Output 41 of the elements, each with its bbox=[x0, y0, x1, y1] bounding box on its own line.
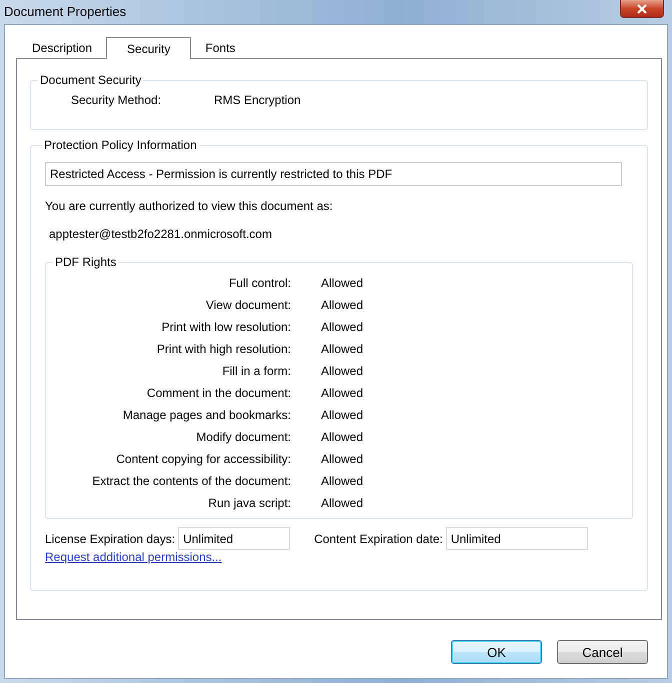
right-value: Allowed bbox=[321, 473, 364, 489]
field-value: RMS Encryption bbox=[214, 93, 301, 107]
right-value: Allowed bbox=[321, 451, 364, 467]
right-label: Print with low resolution: bbox=[160, 319, 291, 335]
status-field: Restricted Access - Permission is currently restricted to this PDF bbox=[45, 162, 622, 186]
right-label: View document: bbox=[204, 297, 291, 313]
right-label: Modify document: bbox=[195, 429, 291, 445]
right-value: Allowed bbox=[321, 297, 364, 313]
right-label: Comment in the document: bbox=[146, 385, 291, 401]
right-value: Allowed bbox=[321, 319, 364, 335]
right-value: Allowed bbox=[321, 363, 364, 379]
field-label: Content Expiration date: bbox=[314, 532, 443, 546]
right-value: Allowed bbox=[321, 407, 364, 423]
right-value: Allowed bbox=[321, 275, 364, 291]
right-label: Fill in a form: bbox=[221, 363, 291, 379]
right-label: Run java script: bbox=[207, 495, 291, 511]
close-button[interactable] bbox=[620, 0, 664, 18]
info-text: You are currently authorized to view this document as: bbox=[45, 199, 334, 213]
permissions-link[interactable]: Request additional permissions... bbox=[45, 550, 222, 564]
right-label: Extract the contents of the document: bbox=[91, 473, 291, 489]
close-icon bbox=[636, 4, 648, 14]
right-label: Content copying for accessibility: bbox=[115, 451, 291, 467]
field-label: License Expiration days: bbox=[45, 532, 176, 546]
right-value: Allowed bbox=[321, 429, 364, 445]
cancel-button[interactable]: Cancel bbox=[557, 640, 648, 664]
group-title: Document Security bbox=[39, 73, 142, 87]
right-label: Manage pages and bookmarks: bbox=[122, 407, 291, 423]
group-title: PDF Rights bbox=[54, 255, 118, 269]
right-label: Full control: bbox=[228, 275, 291, 291]
tab[interactable]: Security bbox=[106, 37, 192, 59]
right-value: Allowed bbox=[321, 495, 364, 511]
text-field[interactable]: Unlimited bbox=[178, 527, 290, 550]
ok-button[interactable]: OK bbox=[451, 640, 542, 664]
right-label: Print with high resolution: bbox=[156, 341, 291, 357]
window-title: Document Properties bbox=[3, 3, 126, 19]
field-label: Security Method: bbox=[71, 93, 162, 107]
text-field[interactable]: Unlimited bbox=[446, 527, 588, 550]
user-email: apptester@testb2fo2281.onmicrosoft.com bbox=[48, 227, 273, 241]
right-value: Allowed bbox=[321, 385, 364, 401]
group-title: Protection Policy Information bbox=[43, 138, 198, 152]
right-value: Allowed bbox=[321, 341, 364, 357]
